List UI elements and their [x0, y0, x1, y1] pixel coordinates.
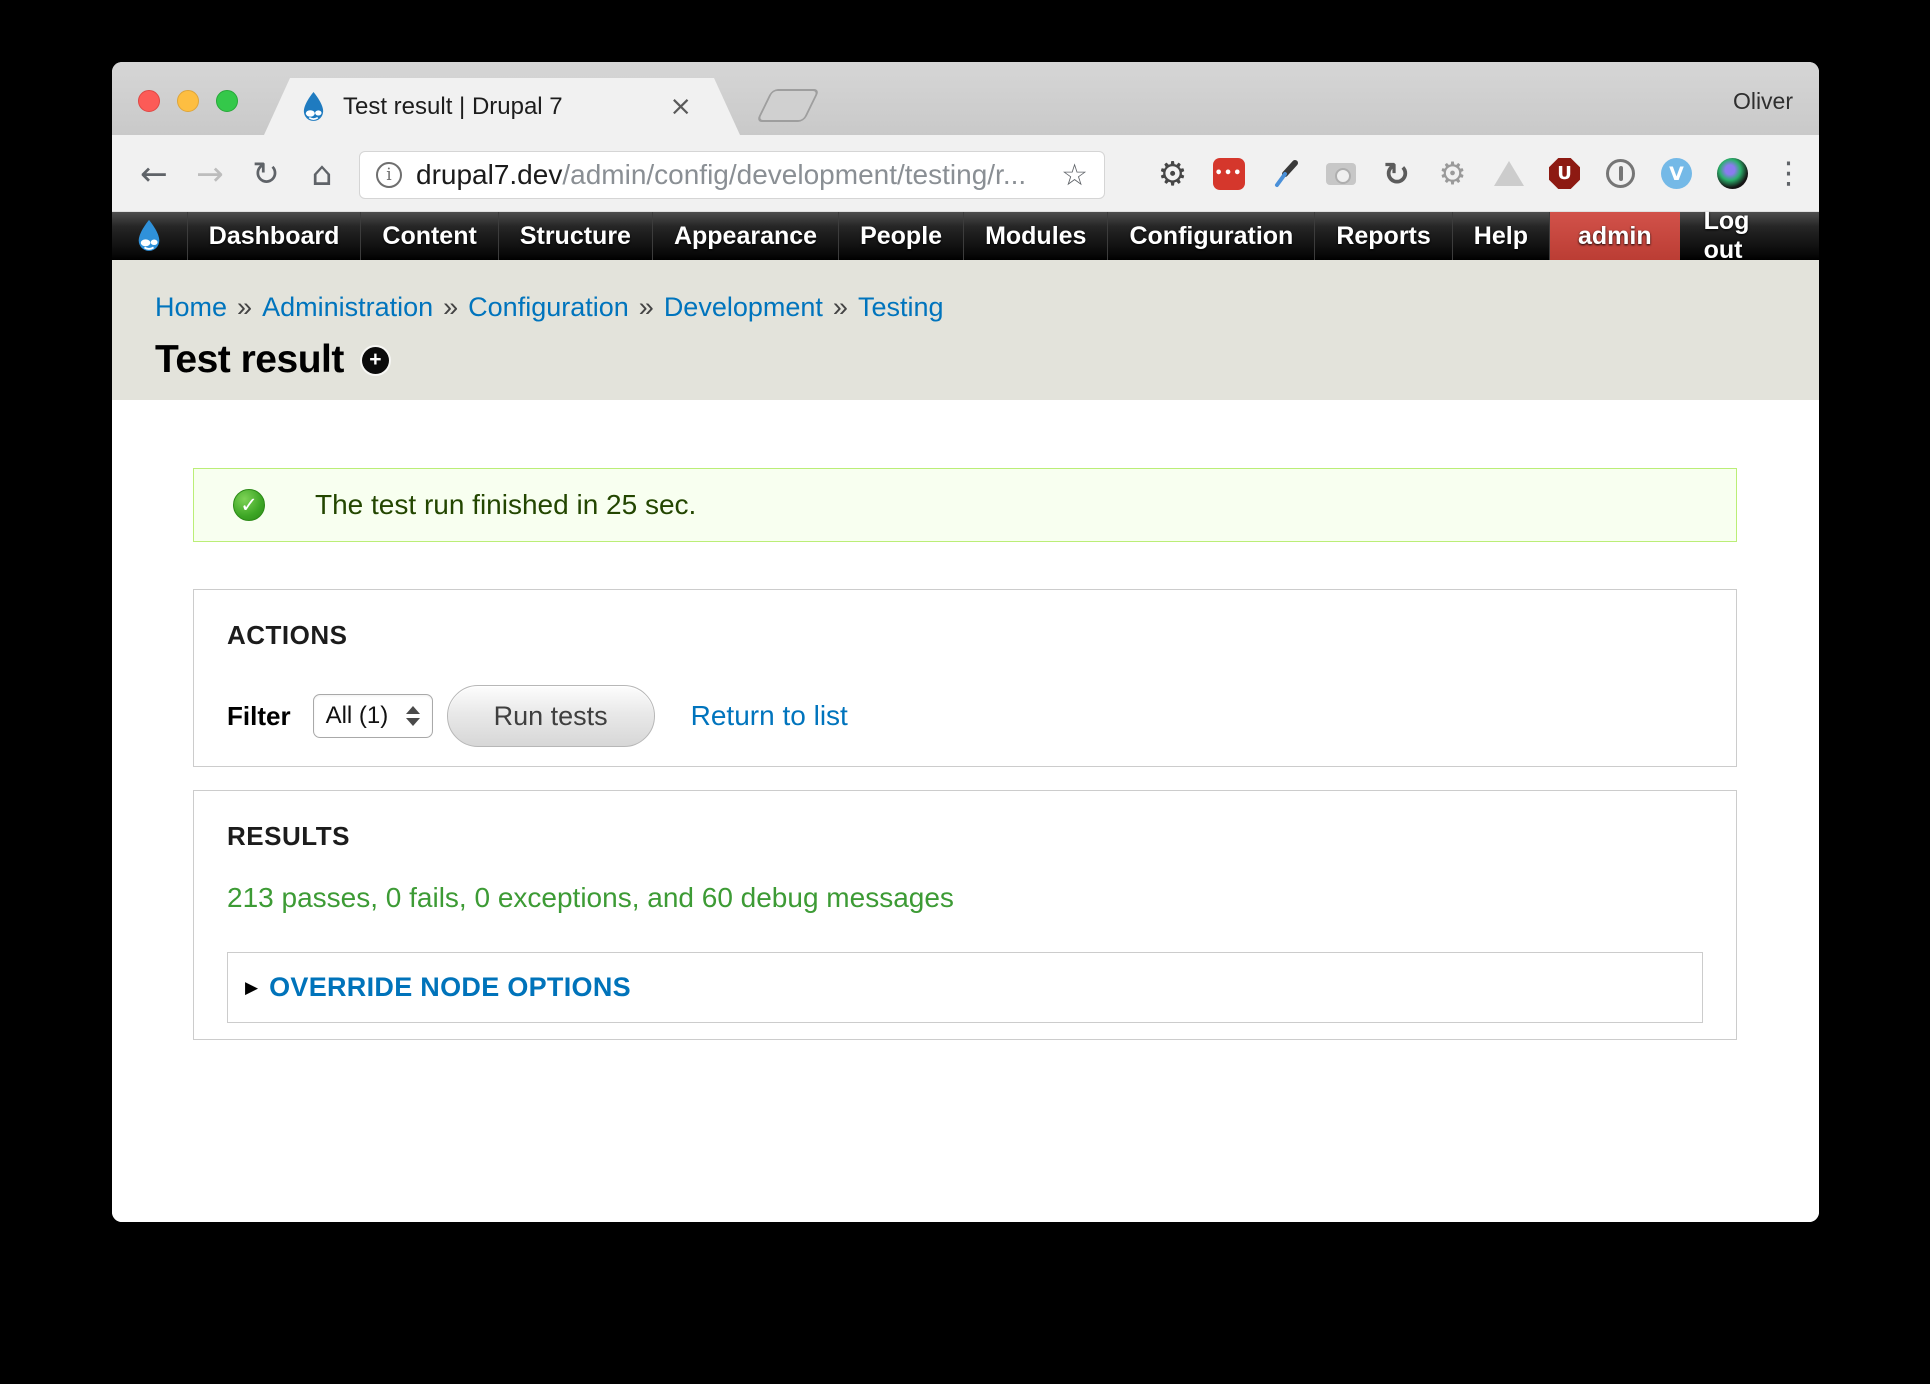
- status-message: ✓ The test run finished in 25 sec.: [193, 468, 1737, 542]
- u-octagon-icon[interactable]: U: [1548, 157, 1581, 190]
- v-circle-icon[interactable]: V: [1660, 157, 1693, 190]
- zoom-window-button[interactable]: [216, 90, 238, 112]
- filter-select-value: All (1): [326, 702, 406, 730]
- profile-name[interactable]: Oliver: [1733, 88, 1793, 115]
- tab-close-icon[interactable]: ×: [669, 91, 692, 122]
- return-to-list-link[interactable]: Return to list: [691, 700, 848, 732]
- desktop-background: Test result | Drupal 7 × Oliver ← → ↻ ⌂ …: [0, 0, 1930, 1384]
- gear-icon[interactable]: ⚙: [1156, 157, 1189, 190]
- extensions-row: ⚙ ••• ↻ ⚙ U V ⋮: [1156, 135, 1805, 212]
- toolbar-logout[interactable]: Log out: [1680, 212, 1819, 260]
- toolbar-item-help[interactable]: Help: [1453, 212, 1550, 260]
- toolbar-user-admin[interactable]: admin: [1550, 212, 1680, 260]
- drupal-admin-toolbar: Dashboard Content Structure Appearance P…: [112, 212, 1819, 260]
- minimize-window-button[interactable]: [177, 90, 199, 112]
- filter-select[interactable]: All (1): [313, 694, 433, 738]
- window-controls: [138, 90, 238, 112]
- drupal-logo-icon[interactable]: [112, 212, 188, 260]
- run-tests-button[interactable]: Run tests: [447, 685, 655, 747]
- drupal-favicon-icon: [300, 92, 327, 122]
- new-tab-button[interactable]: [756, 89, 820, 122]
- breadcrumb-separator: »: [639, 292, 654, 322]
- eyedropper-icon[interactable]: [1268, 157, 1301, 190]
- toolbar-item-reports[interactable]: Reports: [1315, 212, 1452, 260]
- collapsed-triangle-icon: ▶: [245, 978, 258, 998]
- actions-fieldset: ACTIONS Filter All (1) Run tests Return …: [193, 589, 1737, 767]
- toolbar-item-modules[interactable]: Modules: [964, 212, 1108, 260]
- toolbar-item-people[interactable]: People: [839, 212, 964, 260]
- sync-icon[interactable]: ↻: [1380, 157, 1413, 190]
- breadcrumb-separator: »: [833, 292, 848, 322]
- results-legend: RESULTS: [227, 821, 1703, 852]
- breadcrumb-home[interactable]: Home: [155, 292, 227, 322]
- lens-icon[interactable]: [1716, 157, 1749, 190]
- page-title: Test result: [155, 338, 344, 382]
- add-shortcut-icon[interactable]: +: [362, 347, 389, 374]
- camera-icon[interactable]: [1324, 157, 1357, 190]
- url-host: drupal7.dev: [416, 159, 562, 190]
- toolbar-item-configuration[interactable]: Configuration: [1108, 212, 1315, 260]
- breadcrumb-separator: »: [443, 292, 458, 322]
- tab-title: Test result | Drupal 7: [343, 93, 669, 121]
- circle-key-icon[interactable]: [1604, 157, 1637, 190]
- reload-icon[interactable]: ↻: [248, 154, 284, 193]
- toolbar-item-content[interactable]: Content: [361, 212, 498, 260]
- kebab-menu-icon[interactable]: ⋮: [1772, 157, 1805, 190]
- success-check-icon: ✓: [233, 489, 265, 521]
- actions-row: Filter All (1) Run tests Return to list: [227, 685, 1703, 747]
- bookmark-star-icon[interactable]: ☆: [1061, 158, 1088, 193]
- breadcrumb: Home » Administration » Configuration » Develo…: [155, 292, 944, 323]
- url-text[interactable]: drupal7.dev/admin/config/development/tes…: [416, 159, 1053, 191]
- tab-strip: Test result | Drupal 7 × Oliver: [112, 62, 1819, 135]
- main-content: ✓ The test run finished in 25 sec. ACTIO…: [112, 400, 1819, 1222]
- forward-icon: →: [192, 154, 228, 193]
- close-window-button[interactable]: [138, 90, 160, 112]
- filter-label: Filter: [227, 701, 291, 732]
- breadcrumb-administration[interactable]: Administration: [262, 292, 433, 322]
- breadcrumb-configuration[interactable]: Configuration: [468, 292, 629, 322]
- url-path: /admin/config/development/testing/r...: [562, 159, 1026, 190]
- breadcrumb-testing[interactable]: Testing: [858, 292, 944, 322]
- override-node-options-link[interactable]: OVERRIDE NODE OPTIONS: [269, 972, 631, 1003]
- breadcrumb-separator: »: [237, 292, 252, 322]
- browser-toolbar: ← → ↻ ⌂ i drupal7.dev/admin/config/devel…: [112, 135, 1819, 212]
- back-icon[interactable]: ←: [136, 154, 172, 193]
- red-dots-icon[interactable]: •••: [1212, 157, 1245, 190]
- page-info-icon[interactable]: i: [376, 162, 402, 188]
- browser-tab[interactable]: Test result | Drupal 7 ×: [264, 78, 740, 135]
- home-icon[interactable]: ⌂: [304, 154, 340, 193]
- override-node-options-collapsible[interactable]: ▶ OVERRIDE NODE OPTIONS: [227, 952, 1703, 1023]
- results-summary: 213 passes, 0 fails, 0 exceptions, and 6…: [227, 882, 1703, 914]
- results-fieldset: RESULTS 213 passes, 0 fails, 0 exception…: [193, 790, 1737, 1040]
- status-message-text: The test run finished in 25 sec.: [315, 489, 696, 521]
- red-dots-badge: •••: [1213, 158, 1245, 190]
- title-row: Test result +: [155, 338, 389, 382]
- select-arrows-icon: [406, 706, 420, 726]
- nav-buttons: ← → ↻ ⌂: [136, 135, 340, 212]
- triangle-icon[interactable]: [1492, 157, 1525, 190]
- page-header: Home » Administration » Configuration » Develo…: [112, 260, 1819, 400]
- browser-window: Test result | Drupal 7 × Oliver ← → ↻ ⌂ …: [112, 62, 1819, 1222]
- gear-wheel-icon[interactable]: ⚙: [1436, 157, 1469, 190]
- toolbar-item-dashboard[interactable]: Dashboard: [188, 212, 362, 260]
- breadcrumb-development[interactable]: Development: [664, 292, 823, 322]
- actions-legend: ACTIONS: [227, 620, 1703, 651]
- toolbar-item-structure[interactable]: Structure: [499, 212, 653, 260]
- address-bar[interactable]: i drupal7.dev/admin/config/development/t…: [359, 151, 1105, 199]
- toolbar-item-appearance[interactable]: Appearance: [653, 212, 839, 260]
